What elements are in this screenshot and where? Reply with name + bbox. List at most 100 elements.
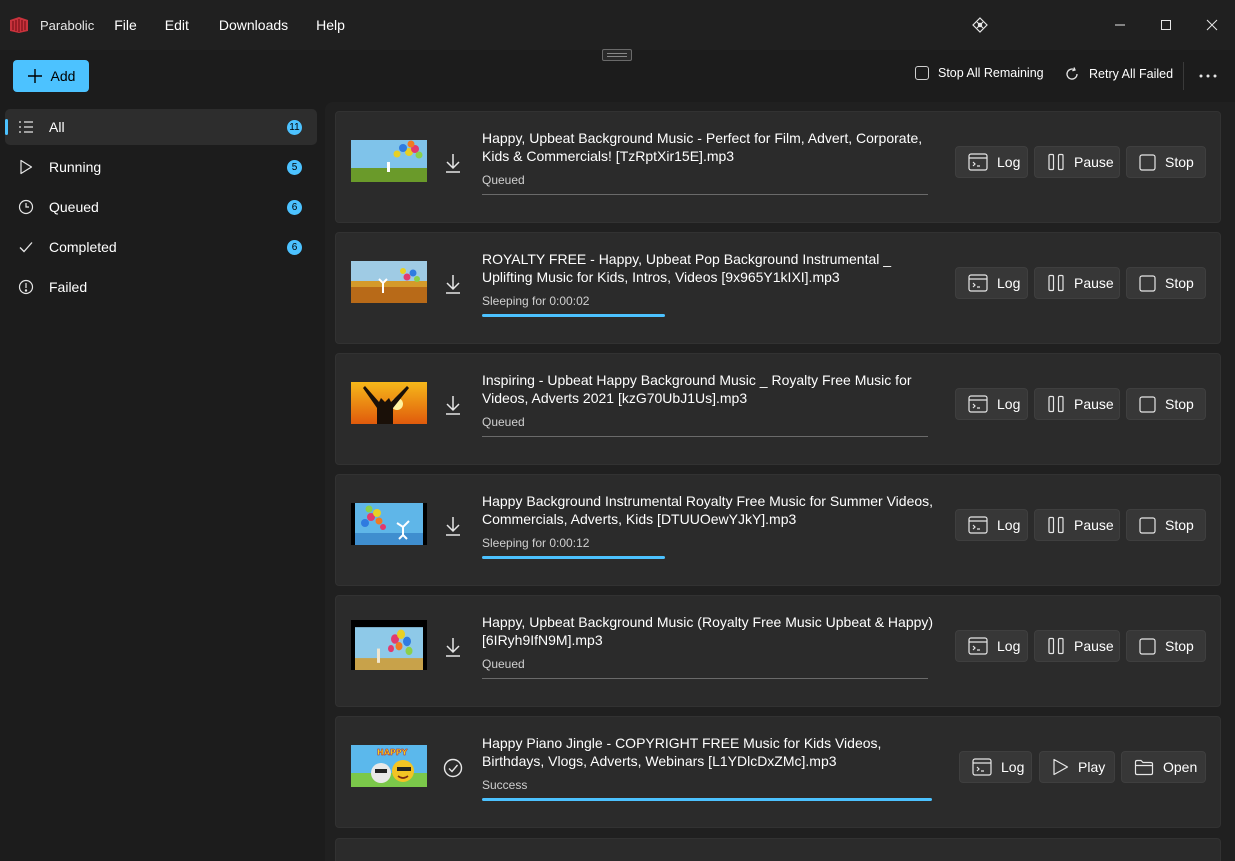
satellite-icon [972,17,988,33]
log-button[interactable]: Log [955,630,1028,662]
count-badge: 6 [287,200,302,215]
log-button[interactable]: Log [955,509,1028,541]
pause-icon [1048,637,1064,655]
download-status: Queued [482,657,525,671]
download-title: Happy, Upbeat Background Music (Royalty … [482,614,934,648]
stop-all-remaining-button[interactable]: Stop All Remaining [915,66,1044,80]
pause-label: Pause [1074,638,1114,654]
stop-icon [1139,153,1156,171]
pause-label: Pause [1074,154,1114,170]
open-folder-button[interactable]: Open [1121,751,1206,783]
sidebar-item-completed[interactable]: Completed 6 [5,229,317,265]
connection-status-button[interactable] [957,0,1003,50]
stop-all-label: Stop All Remaining [938,66,1044,80]
pause-label: Pause [1074,517,1114,533]
download-card: Happy, Upbeat Background Music - Perfect… [335,111,1221,223]
menu-edit[interactable]: Edit [165,13,189,37]
stop-button[interactable]: Stop [1126,146,1206,178]
download-title: Happy, Upbeat Background Music - Perfect… [482,130,923,164]
menu-downloads[interactable]: Downloads [219,13,288,37]
download-card: HAPPY Happy Piano Jingle - COPYRIGHT FRE… [335,716,1221,828]
sidebar-item-label: Failed [49,279,88,295]
play-icon [17,158,35,176]
maximize-button[interactable] [1143,0,1189,50]
sidebar-item-failed[interactable]: Failed [5,269,317,305]
video-thumbnail: HAPPY [351,745,427,787]
video-thumbnail [351,503,427,545]
progress-bar [482,436,928,437]
download-card: Happy Background Instrumental Royalty Fr… [335,474,1221,586]
download-arrow-icon [446,275,460,294]
video-thumbnail [351,140,427,182]
stop-label: Stop [1165,275,1194,291]
stop-icon [915,66,929,80]
toolbar: Add Stop All Remaining Retry All Failed [0,50,1235,102]
retry-all-failed-button[interactable]: Retry All Failed [1064,66,1173,82]
menu-help[interactable]: Help [316,13,345,37]
sidebar-item-running[interactable]: Running 5 [5,149,317,185]
download-status: Queued [482,173,525,187]
log-button[interactable]: Log [955,146,1028,178]
count-badge: 5 [287,160,302,175]
pause-icon [1048,516,1064,534]
pause-icon [1048,153,1064,171]
sidebar: All 11 Running 5 Queued 6 Completed 6 Fa… [0,102,325,861]
sidebar-item-queued[interactable]: Queued 6 [5,189,317,225]
download-title: Inspiring - Upbeat Happy Background Musi… [482,372,912,406]
more-dots-icon [1199,74,1217,78]
video-thumbnail [351,620,427,670]
play-label: Play [1078,759,1106,775]
download-title: ROYALTY FREE - Happy, Upbeat Pop Backgro… [482,251,892,285]
terminal-icon [968,274,988,292]
play-button[interactable]: Play [1039,751,1115,783]
progress-bar [482,194,928,195]
minimize-icon [1115,24,1125,26]
stop-icon [1139,516,1156,534]
app-title: Parabolic [40,17,95,33]
clock-icon [17,198,35,216]
sidebar-item-label: Completed [49,239,117,255]
terminal-icon [968,516,988,534]
download-title: Happy Background Instrumental Royalty Fr… [482,493,934,527]
pause-button[interactable]: Pause [1034,267,1120,299]
pause-button[interactable]: Pause [1034,146,1120,178]
stop-button[interactable]: Stop [1126,388,1206,420]
download-card-partial [335,838,1221,861]
download-card: Happy, Upbeat Background Music (Royalty … [335,595,1221,707]
close-window-button[interactable] [1189,0,1235,50]
log-label: Log [1001,759,1025,775]
parabolic-logo-icon [10,17,28,33]
progress-fill [482,798,932,801]
menu-file[interactable]: File [114,13,137,37]
download-card: Inspiring - Upbeat Happy Background Musi… [335,353,1221,465]
pause-button[interactable]: Pause [1034,509,1120,541]
stop-icon [1139,274,1156,292]
play-icon [1053,758,1069,776]
stop-button[interactable]: Stop [1126,630,1206,662]
pause-icon [1048,395,1064,413]
alert-icon [17,278,35,296]
count-badge: 6 [287,240,302,255]
sidebar-item-all[interactable]: All 11 [5,109,317,145]
download-status: Success [482,778,528,792]
download-arrow-icon [446,638,460,657]
sidebar-item-label: Running [49,159,102,175]
log-button[interactable]: Log [959,751,1032,783]
download-status: Queued [482,415,525,429]
pause-button[interactable]: Pause [1034,388,1120,420]
add-download-button[interactable]: Add [13,60,89,92]
stop-button[interactable]: Stop [1126,267,1206,299]
more-options-button[interactable] [1195,64,1221,88]
download-title: Happy Piano Jingle - COPYRIGHT FREE Musi… [482,735,882,769]
open-label: Open [1163,759,1198,775]
stop-button[interactable]: Stop [1126,509,1206,541]
pause-button[interactable]: Pause [1034,630,1120,662]
log-button[interactable]: Log [955,388,1028,420]
terminal-icon [972,758,992,776]
stop-label: Stop [1165,154,1194,170]
log-button[interactable]: Log [955,267,1028,299]
stop-icon [1139,637,1156,655]
pause-label: Pause [1074,396,1114,412]
download-card: ROYALTY FREE - Happy, Upbeat Pop Backgro… [335,232,1221,344]
minimize-button[interactable] [1097,0,1143,50]
